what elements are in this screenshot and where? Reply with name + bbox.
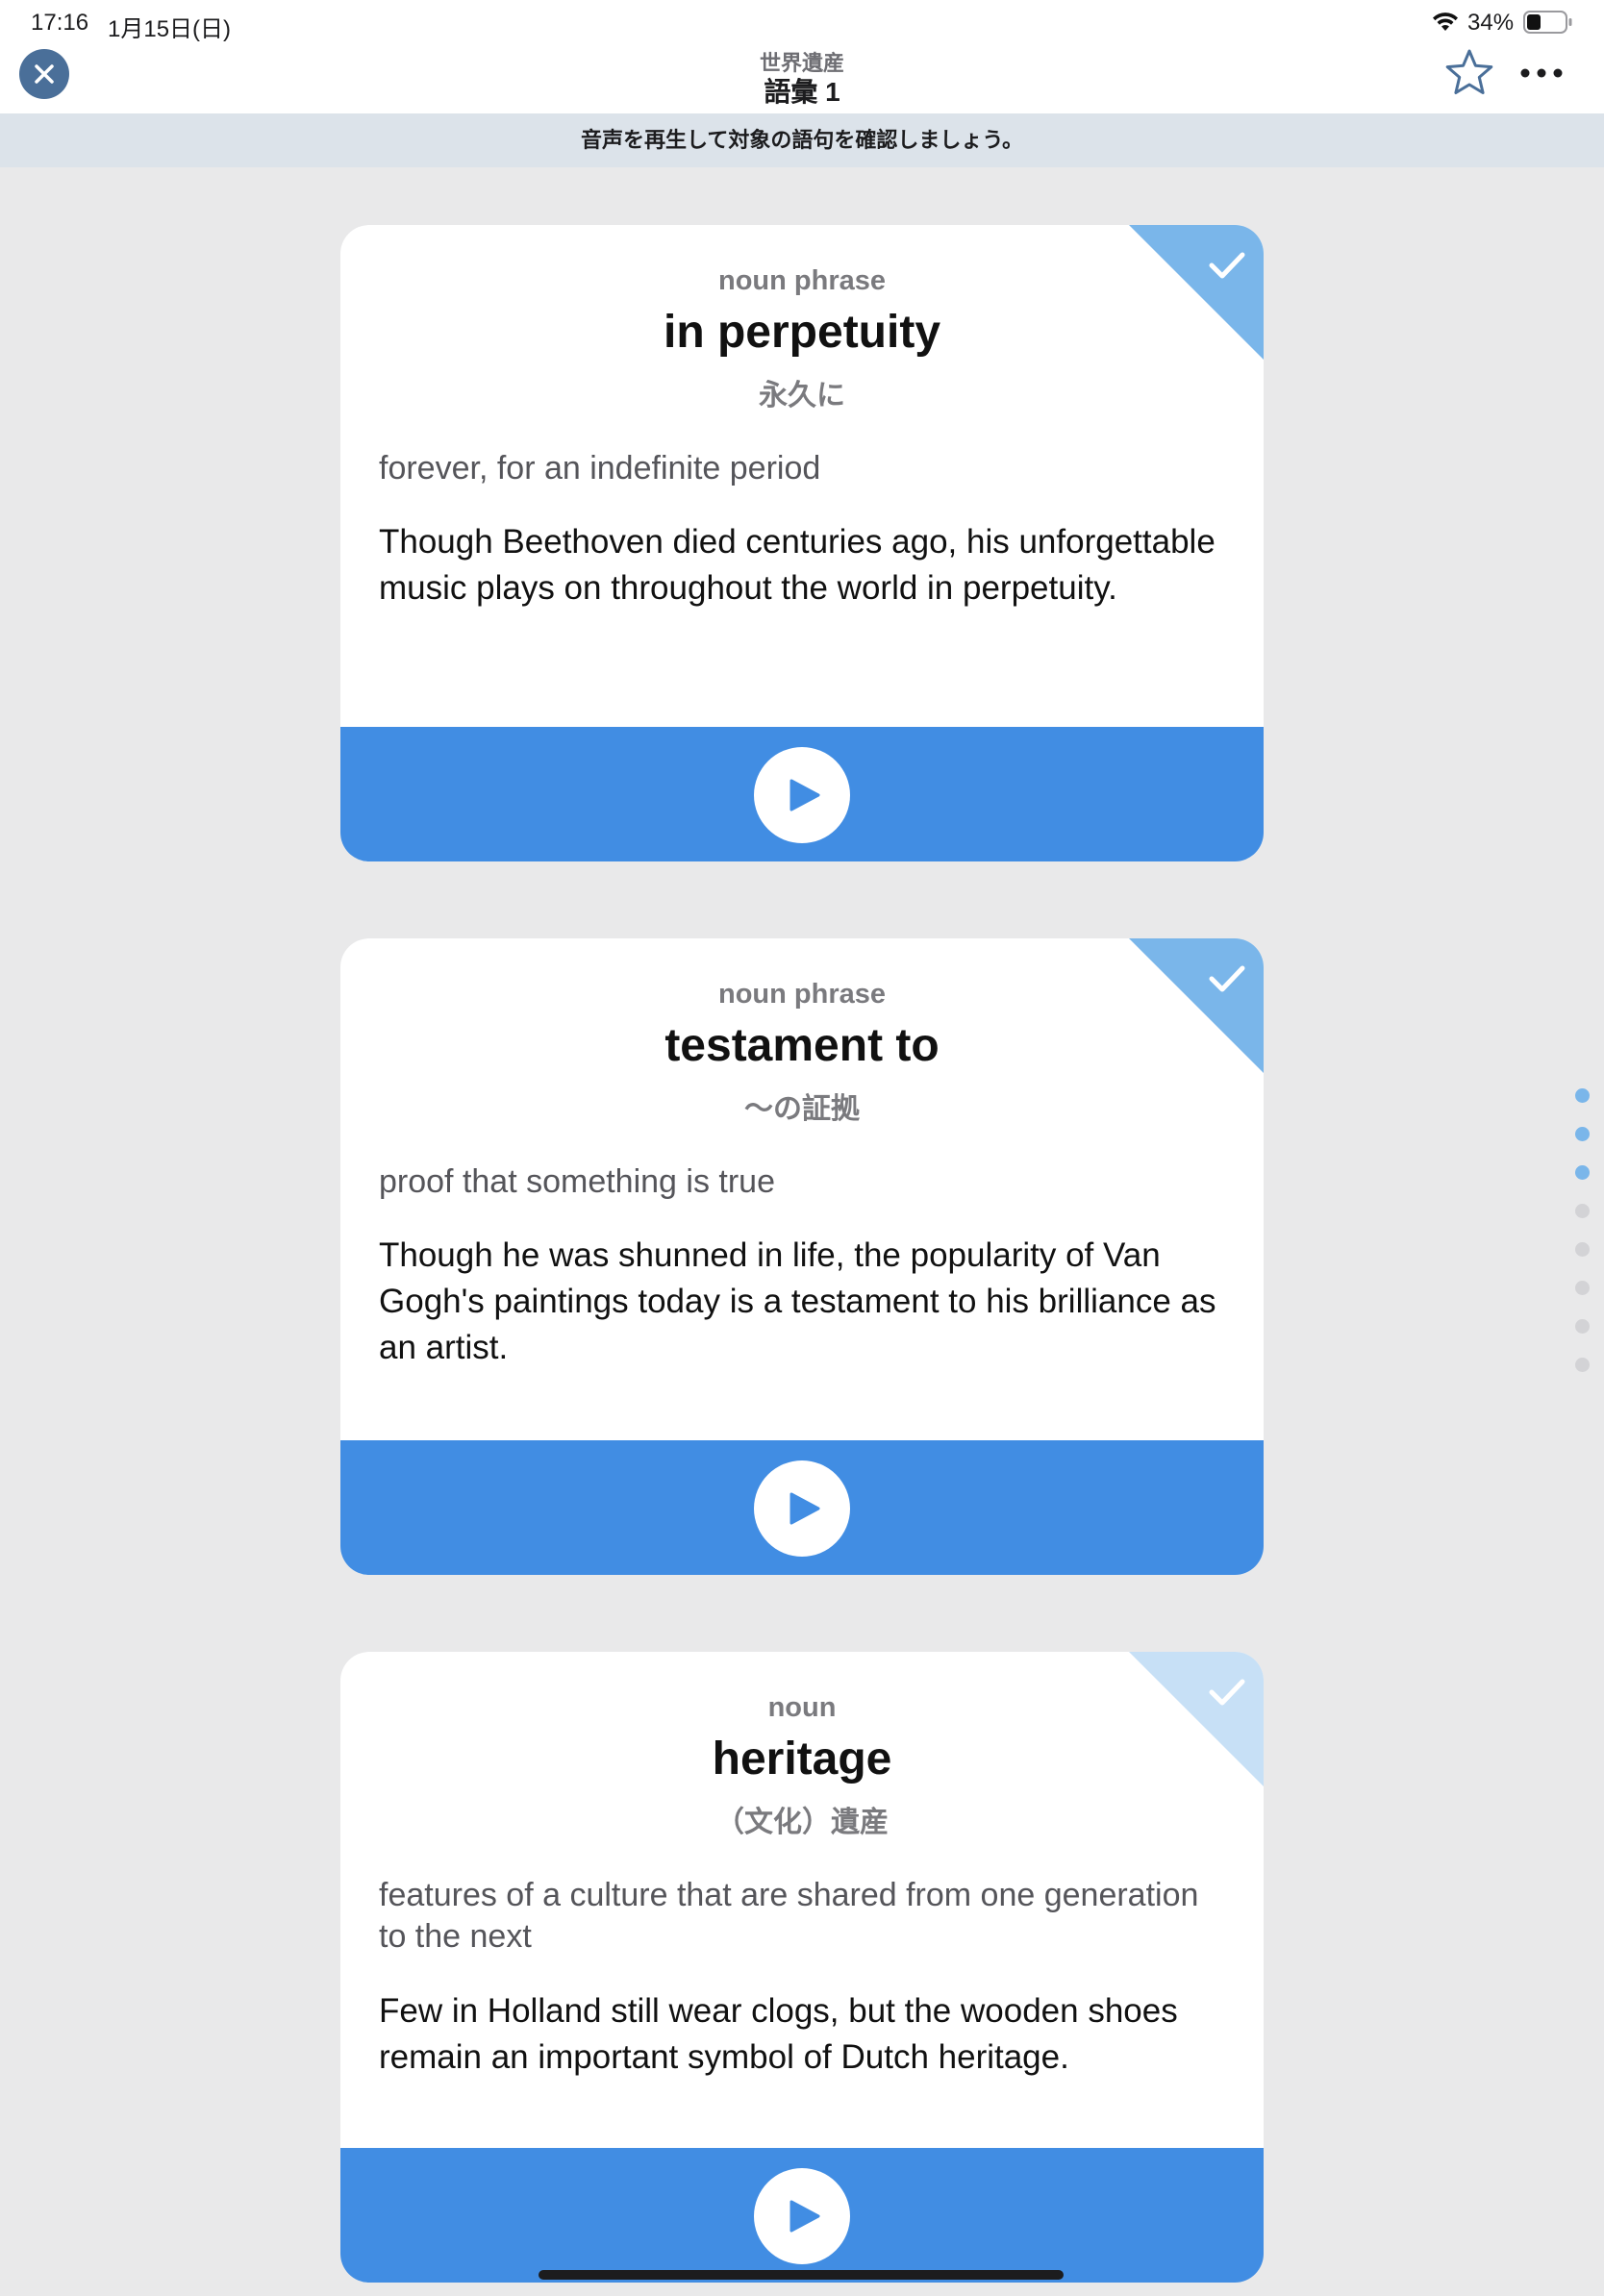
page-dot[interactable] <box>1575 1165 1590 1180</box>
instruction-banner: 音声を再生して対象の語句を確認しましょう。 <box>0 113 1604 167</box>
japanese-translation: 永久に <box>759 380 845 412</box>
page-indicator <box>1575 1088 1594 1396</box>
star-icon[interactable] <box>1442 46 1496 100</box>
status-time: 17:16 <box>31 10 89 36</box>
page-dot[interactable] <box>1575 1088 1590 1103</box>
page-dot[interactable] <box>1575 1127 1590 1141</box>
nav-bar: 世界遺産 語彙 1 <box>0 46 1604 113</box>
vocab-term: testament to <box>664 1020 940 1071</box>
audio-bar <box>340 727 1264 861</box>
home-indicator[interactable] <box>539 2270 1064 2280</box>
play-audio-button[interactable] <box>754 1460 850 1557</box>
example-sentence: Though Beethoven died centuries ago, his… <box>379 523 1216 607</box>
audio-bar <box>340 1440 1264 1575</box>
page-title: 語彙 1 <box>764 77 840 107</box>
vocab-term: heritage <box>712 1734 892 1784</box>
battery-icon <box>1523 11 1572 34</box>
more-dots-icon[interactable] <box>1517 62 1566 85</box>
part-of-speech: noun <box>767 1692 837 1723</box>
english-definition: features of a culture that are shared fr… <box>379 1877 1199 1955</box>
japanese-translation: 〜の証拠 <box>744 1093 860 1125</box>
play-audio-button[interactable] <box>754 2168 850 2264</box>
part-of-speech: noun phrase <box>717 265 886 296</box>
page-dot[interactable] <box>1575 1319 1590 1334</box>
play-icon <box>789 1492 820 1525</box>
play-audio-button[interactable] <box>754 747 850 843</box>
vocab-card: noun phrase in perpetuity 永久に forever, f… <box>340 225 1264 861</box>
page-dot[interactable] <box>1575 1242 1590 1257</box>
page-dot[interactable] <box>1575 1358 1590 1372</box>
wifi-icon <box>1433 12 1458 31</box>
play-icon <box>789 2200 820 2233</box>
vocab-card: noun phrase testament to 〜の証拠 proof that… <box>340 938 1264 1575</box>
part-of-speech: noun phrase <box>717 979 886 1010</box>
play-icon <box>789 779 820 811</box>
battery-percentage: 34% <box>1467 10 1515 36</box>
status-bar: 17:16 1月15日(日) 34% <box>0 0 1604 46</box>
english-definition: forever, for an indefinite period <box>379 450 821 487</box>
status-date: 1月15日(日) <box>108 16 232 42</box>
example-sentence: Though he was shunned in life, the popul… <box>379 1236 1216 1366</box>
example-sentence: Few in Holland still wear clogs, but the… <box>379 1992 1178 2076</box>
japanese-translation: （文化）遺産 <box>715 1807 889 1838</box>
audio-bar <box>340 2148 1264 2283</box>
vocab-term: in perpetuity <box>663 307 941 358</box>
page-dot[interactable] <box>1575 1204 1590 1218</box>
vocab-card: noun heritage （文化）遺産 features of a cultu… <box>340 1652 1264 2283</box>
page-dot[interactable] <box>1575 1281 1590 1295</box>
english-definition: proof that something is true <box>379 1163 776 1200</box>
